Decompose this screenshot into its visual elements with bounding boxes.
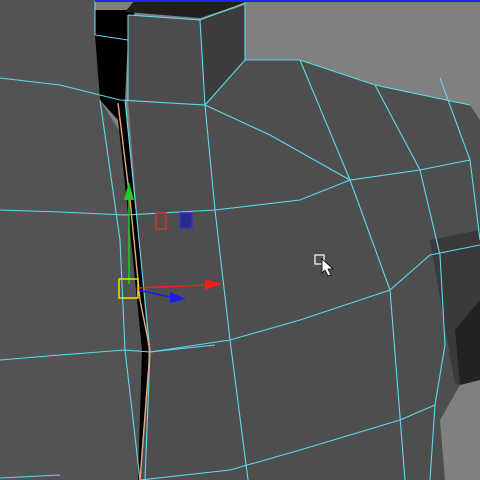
3d-viewport[interactable] bbox=[0, 0, 480, 480]
yz-plane-handle-icon[interactable] bbox=[179, 212, 193, 229]
mesh-face bbox=[128, 60, 480, 480]
viewport-canvas[interactable] bbox=[0, 0, 480, 480]
mesh-face bbox=[128, 15, 205, 105]
